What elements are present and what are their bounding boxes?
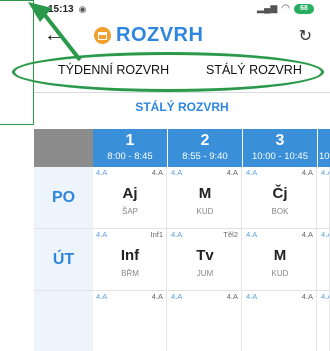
- lesson-cell[interactable]: 4.A Těl2 Tv JUM: [168, 229, 242, 290]
- lesson-cell[interactable]: 4.A: [318, 229, 330, 290]
- lesson-group: 4.A: [246, 230, 258, 239]
- lesson-group: 4.A: [171, 230, 183, 239]
- lesson-subject: Inf: [120, 247, 140, 264]
- lesson-subject: M: [273, 247, 287, 264]
- lesson-cell[interactable]: 4.A 4.A Aj ŠAP: [93, 167, 167, 228]
- notification-icon: ◉: [78, 3, 87, 14]
- lesson-teacher: KUD: [271, 269, 289, 278]
- app-logo-icon: [94, 27, 111, 44]
- lesson-subject: Čj: [272, 185, 288, 202]
- period-number: 2: [200, 132, 210, 149]
- lesson-group: 4.A: [96, 230, 108, 239]
- period-time: 8:55 - 9:40: [182, 151, 228, 162]
- lesson-group: 4.A: [321, 230, 329, 239]
- lesson-group: 4.A: [321, 168, 329, 177]
- lesson-teacher: ŠAP: [121, 207, 138, 216]
- period-number: 1: [125, 132, 135, 149]
- annotation-box: [0, 0, 34, 125]
- section-title: STÁLÝ ROZVRH: [135, 100, 229, 114]
- lesson-group: 4.A: [171, 168, 183, 177]
- lesson-room: 4.A: [301, 230, 313, 239]
- app-bar: ← ROZVRH ↻: [34, 18, 330, 54]
- period-time: 8:00 - 8:45: [107, 151, 153, 162]
- tab-permanent-schedule[interactable]: STÁLÝ ROZVRH: [206, 63, 302, 77]
- battery-icon: 68: [294, 3, 314, 14]
- lesson-cell[interactable]: 4.A 4.A: [93, 291, 167, 351]
- lesson-group: 4.A: [246, 168, 258, 177]
- period-time: 10:: [319, 151, 330, 162]
- lesson-teacher: BŘM: [121, 269, 139, 278]
- back-arrow-icon[interactable]: ←: [44, 24, 64, 47]
- day-label-partial: [34, 291, 93, 351]
- lesson-room: 4.A: [151, 168, 163, 177]
- lesson-cell[interactable]: 4.A 4.A M KUD: [243, 229, 317, 290]
- lesson-room: 4.A: [301, 292, 313, 301]
- lesson-teacher: BOK: [271, 207, 289, 216]
- day-label-ut: ÚT: [34, 229, 93, 290]
- lesson-cell[interactable]: 4.A: [318, 167, 330, 228]
- tab-weekly-schedule[interactable]: TÝDENNÍ ROZVRH: [58, 63, 169, 77]
- lesson-cell[interactable]: 4.A 4.A: [243, 291, 317, 351]
- lesson-room: Těl2: [223, 230, 238, 239]
- tab-bar: TÝDENNÍ ROZVRH STÁLÝ ROZVRH: [34, 57, 330, 85]
- signal-icon: ▂▄▆: [257, 3, 278, 13]
- lesson-subject: Tv: [196, 247, 214, 264]
- lesson-group: 4.A: [96, 292, 108, 301]
- lesson-room: Inf1: [150, 230, 163, 239]
- period-number: 3: [275, 132, 285, 149]
- day-label-po: PO: [34, 167, 93, 228]
- period-header-4: 4 10:: [318, 129, 330, 167]
- lesson-group: 4.A: [171, 292, 183, 301]
- lesson-subject: Aj: [122, 185, 138, 202]
- lesson-group: 4.A: [96, 168, 108, 177]
- lesson-cell[interactable]: 4.A 4.A: [168, 291, 242, 351]
- status-time: 15:13: [48, 3, 74, 15]
- lesson-group: 4.A: [321, 292, 329, 301]
- lesson-group: 4.A: [246, 292, 258, 301]
- lesson-cell[interactable]: 4.A Inf1 Inf BŘM: [93, 229, 167, 290]
- period-time: 10:00 - 10:45: [252, 151, 308, 162]
- refresh-icon[interactable]: ↻: [299, 26, 312, 46]
- lesson-cell[interactable]: 4.A: [318, 291, 330, 351]
- phone-screen: 15:13 ◉ ▂▄▆ ◠ 68 ← ROZVRH ↻ TÝDENNÍ ROZV…: [34, 0, 330, 351]
- lesson-room: 4.A: [226, 168, 238, 177]
- status-bar: 15:13 ◉ ▂▄▆ ◠ 68: [34, 0, 330, 18]
- tab-divider: [34, 92, 330, 93]
- grid-corner: [34, 129, 93, 167]
- lesson-teacher: JUM: [196, 269, 214, 278]
- lesson-room: 4.A: [151, 292, 163, 301]
- status-icons: ▂▄▆ ◠ 68: [257, 3, 314, 14]
- app-title: ROZVRH: [116, 24, 204, 46]
- lesson-room: 4.A: [226, 292, 238, 301]
- lesson-cell[interactable]: 4.A 4.A Čj BOK: [243, 167, 317, 228]
- period-header-2: 2 8:55 - 9:40: [168, 129, 242, 167]
- lesson-room: 4.A: [301, 168, 313, 177]
- period-header-1: 1 8:00 - 8:45: [93, 129, 167, 167]
- lesson-teacher: KUD: [196, 207, 214, 216]
- lesson-subject: M: [198, 185, 212, 202]
- period-header-3: 3 10:00 - 10:45: [243, 129, 317, 167]
- lesson-cell[interactable]: 4.A 4.A M KUD: [168, 167, 242, 228]
- wifi-icon: ◠: [281, 3, 290, 14]
